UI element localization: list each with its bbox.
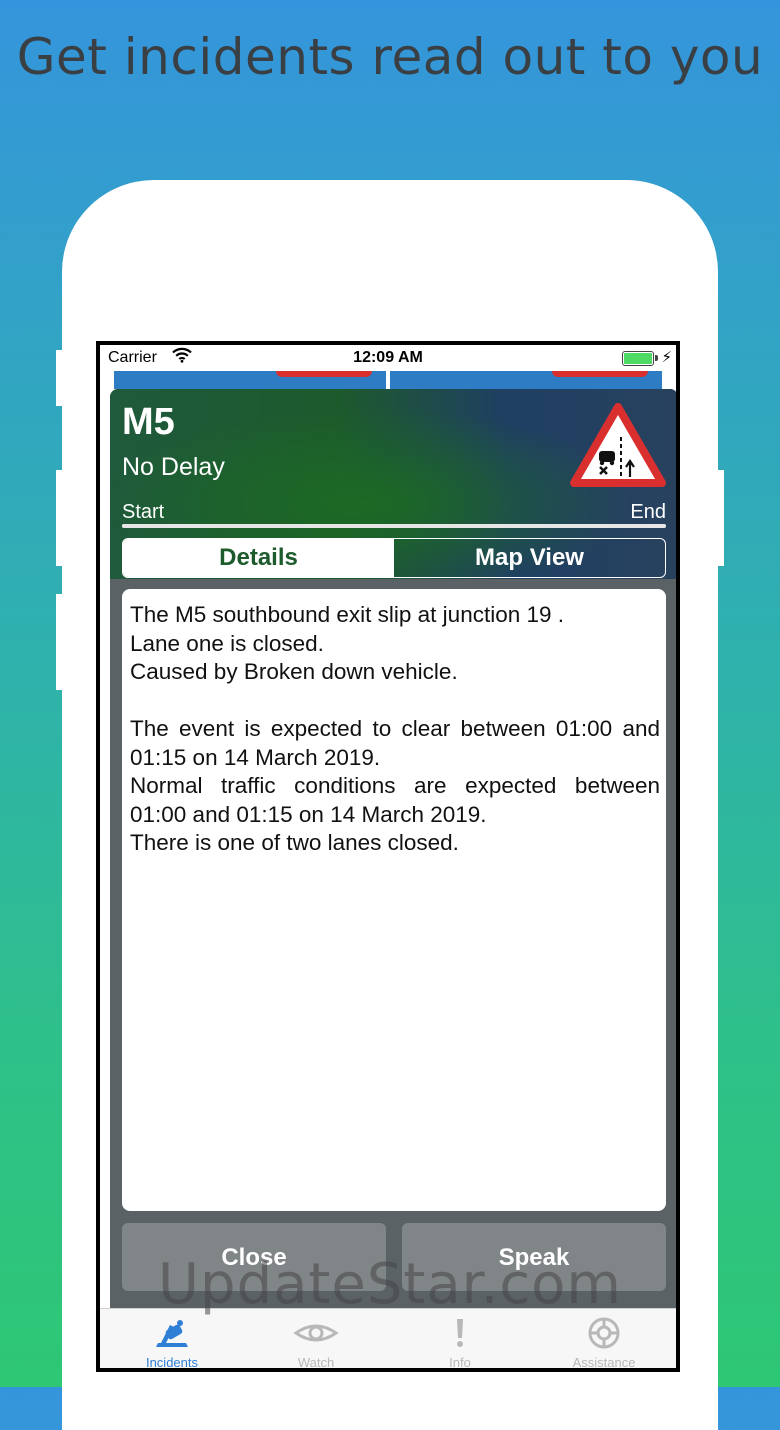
incident-car-icon [156, 1320, 188, 1347]
battery-icon [622, 351, 654, 366]
charging-icon: ⚡ [661, 349, 672, 366]
tab-info-label: Info [449, 1355, 471, 1368]
route-progress-bar [122, 524, 666, 528]
details-line: Normal traffic conditions are expected b… [130, 773, 660, 827]
eye-icon [293, 1324, 339, 1342]
tab-watch-label: Watch [297, 1355, 335, 1368]
tab-details[interactable]: Details [123, 539, 394, 577]
route-end-label: End [630, 501, 666, 523]
exclamation-icon [457, 1319, 463, 1347]
tab-watch[interactable]: Watch [244, 1309, 388, 1368]
road-name: M5 [122, 401, 175, 443]
details-line: The event is expected to clear between 0… [130, 716, 660, 770]
phone-side-button [56, 594, 64, 690]
tab-assistance[interactable]: Assistance [532, 1309, 676, 1368]
lane-closure-warning-sign-icon [570, 403, 666, 487]
battery-tip [655, 355, 658, 361]
phone-side-button [56, 350, 64, 406]
status-bar: Carrier 12:09 AM ⚡ [100, 345, 676, 371]
tab-bar: Incidents Watch Info Assistance [100, 1308, 676, 1368]
details-line: There is one of two lanes closed. [130, 830, 459, 855]
incident-details-panel: The M5 southbound exit slip at junction … [122, 589, 666, 1211]
clock: 12:09 AM [353, 349, 423, 366]
details-line: Lane one is closed. [130, 630, 324, 656]
details-blank-line [130, 687, 660, 716]
delay-status: No Delay [122, 453, 225, 481]
phone-side-button [716, 470, 724, 566]
incident-details-text: The M5 southbound exit slip at junction … [130, 601, 660, 858]
phone-side-button [56, 470, 64, 566]
background-card-marker [276, 371, 372, 377]
details-line: The M5 southbound exit slip at junction … [130, 602, 565, 627]
watermark: UpdateStar.com [158, 1252, 622, 1317]
phone-screen: Carrier 12:09 AM ⚡ M5 No Delay Start End… [96, 341, 680, 1372]
tab-incidents-label: Incidents [145, 1355, 199, 1368]
details-line: Caused by Broken down vehicle. [130, 659, 458, 684]
tab-assistance-label: Assistance [572, 1355, 636, 1368]
tab-incidents[interactable]: Incidents [100, 1309, 244, 1368]
tab-info[interactable]: Info [388, 1309, 532, 1368]
headline: Get incidents read out to you [16, 28, 764, 86]
incident-header: M5 No Delay Start End Details Map View [110, 389, 676, 579]
background-card-marker [552, 371, 648, 377]
lifebuoy-icon [588, 1317, 620, 1349]
incident-detail-sheet: M5 No Delay Start End Details Map View T… [110, 389, 676, 1308]
route-start-label: Start [122, 501, 165, 523]
view-segmented-control: Details Map View [122, 538, 666, 578]
tab-map-view[interactable]: Map View [394, 539, 665, 577]
